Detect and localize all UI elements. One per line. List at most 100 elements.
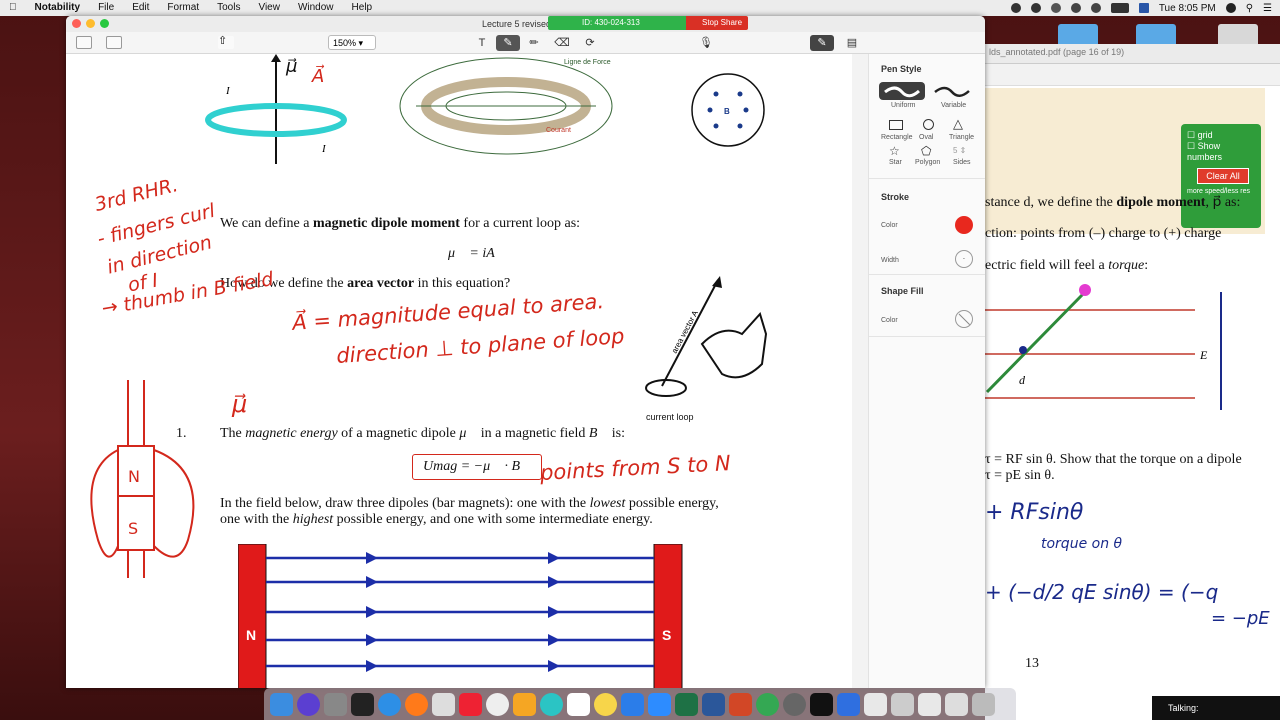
stroke-color-swatch[interactable] (955, 216, 973, 234)
trash-icon[interactable] (972, 692, 995, 716)
fill-none-swatch[interactable] (955, 310, 973, 328)
mission-control-icon[interactable] (351, 692, 374, 716)
safari-icon[interactable] (378, 692, 401, 716)
menu-file[interactable]: File (89, 0, 123, 16)
highlighter-tool[interactable]: ✏ (522, 35, 546, 51)
spotlight-icon[interactable]: ⚲ (1246, 3, 1253, 14)
zoom-app-icon[interactable] (648, 692, 671, 716)
notability-dock-icon[interactable] (837, 692, 860, 716)
microphone-icon[interactable]: 🎙 (694, 35, 718, 51)
app-menu[interactable]: Notability (26, 0, 90, 16)
page-view-icon[interactable]: ▤ (840, 35, 864, 51)
clear-all-button[interactable]: Clear All (1197, 168, 1249, 184)
system-preferences-icon[interactable] (783, 692, 806, 716)
sidebar-toggle-icon[interactable] (76, 36, 92, 49)
bluetooth-icon[interactable] (1050, 3, 1061, 13)
books-icon[interactable] (513, 692, 536, 716)
bg-hand-1: + RFsinθ (985, 500, 1084, 525)
pen-variable-option[interactable] (929, 82, 975, 100)
mail-icon[interactable] (432, 692, 455, 716)
pen-style-heading: Pen Style (881, 64, 922, 74)
close-window-button[interactable] (72, 19, 81, 28)
background-pdf-window[interactable]: lds_annotated.pdf (page 16 of 19) ☐ grid… (985, 44, 1280, 720)
no-entry-icon[interactable] (459, 692, 482, 716)
input-flag-icon[interactable] (1138, 3, 1149, 13)
menu-tools[interactable]: Tools (208, 0, 249, 16)
status-icon[interactable] (1010, 3, 1021, 13)
stroke-width-label: Width (881, 257, 899, 264)
zoom-select[interactable]: 150% ▾ (328, 35, 376, 50)
powerpoint-icon[interactable] (729, 692, 752, 716)
rectangle-label: Rectangle (881, 134, 913, 141)
bg-line-1c: , p⃗ as: (1205, 195, 1241, 210)
menu-edit[interactable]: Edit (123, 0, 158, 16)
zoom-value: 150% (333, 38, 357, 48)
new-note-icon[interactable] (106, 36, 122, 49)
note-page[interactable]: I I Ligne de Force Courant B We can defi… (66, 54, 852, 688)
sides-value: 5 (953, 146, 958, 155)
siri-icon[interactable] (297, 692, 320, 716)
q2-l1-c: possible energy, (625, 496, 719, 511)
control-center-icon[interactable]: ☰ (1263, 3, 1272, 14)
question-line-2: one with the highest possible energy, an… (220, 512, 653, 528)
eraser-tool[interactable]: ⌫ (550, 35, 574, 51)
downloads-icon[interactable] (945, 692, 968, 716)
zoom-window-button[interactable] (100, 19, 109, 28)
grid-checkbox[interactable]: ☐ (1187, 130, 1195, 140)
excel-icon[interactable] (675, 692, 698, 716)
firefox-icon[interactable] (405, 692, 428, 716)
talking-indicator: Talking: (1152, 696, 1280, 720)
q1-d: μ⃗ (459, 426, 478, 441)
bg-line-1a: stance d, we define the (985, 195, 1117, 210)
magnet-field-figure: N S (238, 544, 683, 688)
star-shape-icon[interactable]: ☆ (889, 144, 900, 158)
background-window-title: lds_annotated.pdf (page 16 of 19) (985, 44, 1280, 64)
screen-share-icon[interactable] (1030, 3, 1041, 13)
bg-line-1b: dipole moment (1116, 195, 1206, 210)
menu-window[interactable]: Window (289, 0, 343, 16)
keynote-icon[interactable] (621, 692, 644, 716)
volume-icon[interactable] (1090, 3, 1101, 13)
stop-share-button[interactable]: Stop Share (686, 16, 748, 30)
lasso-tool[interactable]: ⟳ (578, 35, 602, 51)
equation-mu: μ⃗ = iA⃗ (448, 246, 506, 261)
sides-stepper[interactable]: 5 ⇕ (953, 146, 966, 155)
menu-view[interactable]: View (249, 0, 289, 16)
chrome-icon[interactable] (756, 692, 779, 716)
text-tool[interactable]: T (470, 35, 494, 51)
polygon-shape-icon[interactable]: ⬠ (921, 144, 931, 158)
q1-e: in a magnetic field (477, 426, 589, 441)
menu-help[interactable]: Help (343, 0, 382, 16)
pen-tool[interactable]: ✎ (496, 35, 520, 51)
menu-format[interactable]: Format (158, 0, 208, 16)
calendar-icon[interactable] (567, 692, 590, 716)
photos-icon[interactable] (594, 692, 617, 716)
p2-post: in this equation? (414, 276, 511, 291)
battery-icon[interactable] (1110, 3, 1129, 13)
show-numbers-checkbox[interactable]: ☐ (1187, 141, 1195, 151)
search-app-icon[interactable] (540, 692, 563, 716)
finder-icon[interactable] (270, 692, 293, 716)
hand-rhr-1: 3rd RHR. (92, 174, 181, 216)
word-icon[interactable] (702, 692, 725, 716)
minimize-window-button[interactable] (86, 19, 95, 28)
document-icon[interactable] (864, 692, 887, 716)
apple-menu-icon[interactable]:  (0, 0, 26, 16)
triangle-shape-icon[interactable]: △ (953, 116, 963, 132)
launchpad-icon[interactable] (324, 692, 347, 716)
music-icon[interactable] (486, 692, 509, 716)
rectangle-shape-icon[interactable] (889, 120, 903, 130)
preview-icon[interactable] (891, 692, 914, 716)
share-icon[interactable]: ⇧ (218, 36, 234, 49)
pen-style-toggle[interactable]: ✎ (810, 35, 834, 51)
q2-l2-a: one with the (220, 512, 293, 527)
user-icon[interactable] (1225, 3, 1236, 13)
hand-mu-top: μ⃗ (286, 56, 298, 77)
menubar-clock[interactable]: Tue 8:05 PM (1159, 3, 1216, 14)
wifi-icon[interactable] (1070, 3, 1081, 13)
help-icon[interactable] (918, 692, 941, 716)
pen-uniform-option[interactable] (879, 82, 925, 100)
stroke-width-picker[interactable]: · (955, 250, 973, 268)
activity-monitor-icon[interactable] (810, 692, 833, 716)
oval-shape-icon[interactable] (923, 119, 934, 130)
